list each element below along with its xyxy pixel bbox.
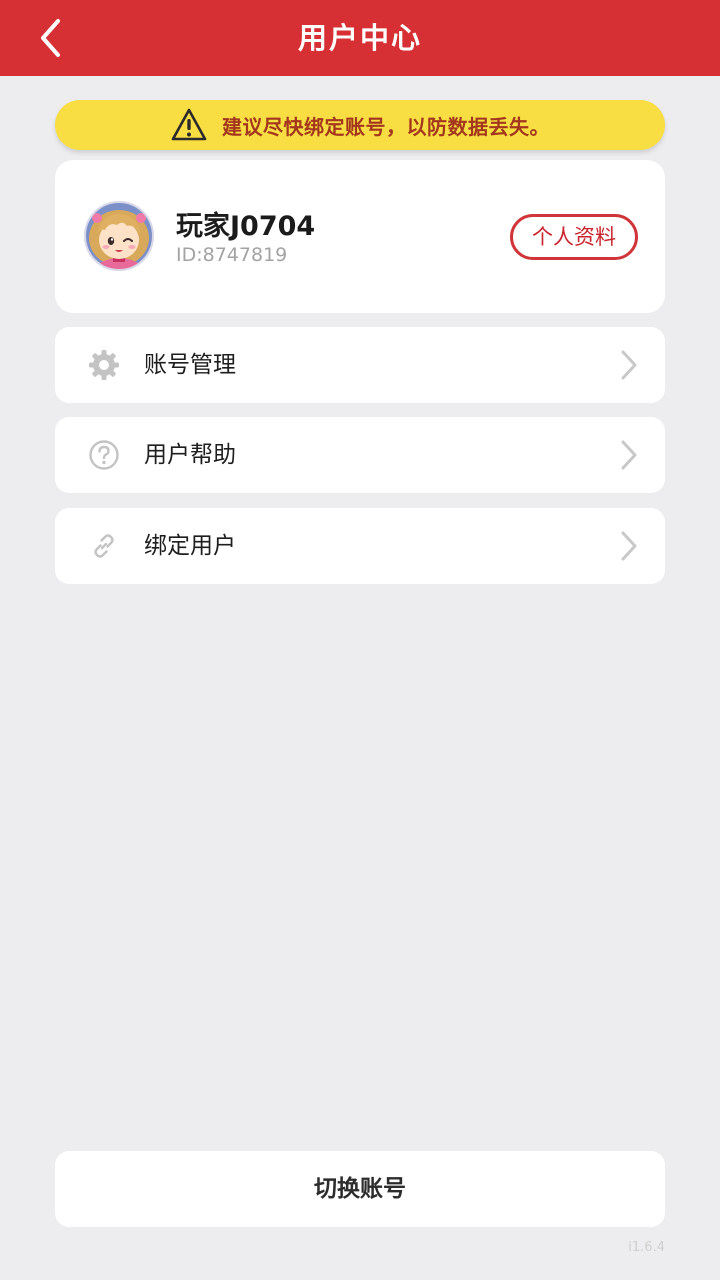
chevron-right-icon	[621, 350, 637, 380]
player-name: 玩家J0704	[176, 211, 316, 242]
player-id: ID:8747819	[176, 244, 288, 266]
menu-label-bind-user: 绑定用户	[144, 533, 236, 559]
menu-item-bind-user[interactable]: 绑定用户	[55, 508, 665, 584]
bind-account-notice[interactable]: 建议尽快绑定账号，以防数据丢失。	[55, 100, 665, 150]
top-bar: 用户中心	[0, 0, 720, 76]
profile-card: 玩家J0704 ID:8747819 个人资料	[55, 160, 665, 313]
page-title: 用户中心	[297, 21, 422, 55]
chevron-right-icon	[621, 440, 637, 470]
notice-text: 建议尽快绑定账号，以防数据丢失。	[222, 114, 550, 139]
gear-icon	[89, 350, 119, 380]
menu-item-account-management[interactable]: 账号管理	[55, 327, 665, 403]
menu-label-account-management: 账号管理	[144, 352, 236, 378]
warning-icon	[171, 108, 207, 141]
question-circle-icon	[89, 440, 119, 470]
chevron-right-icon	[621, 531, 637, 561]
menu-label-user-help: 用户帮助	[144, 442, 236, 468]
link-icon	[94, 534, 114, 558]
switch-account-button[interactable]: 切换账号	[55, 1151, 665, 1227]
menu-item-user-help[interactable]: 用户帮助	[55, 417, 665, 493]
version-label: i1.6.4	[628, 1240, 665, 1255]
avatar	[84, 201, 154, 271]
profile-details-button[interactable]: 个人资料	[510, 214, 638, 260]
